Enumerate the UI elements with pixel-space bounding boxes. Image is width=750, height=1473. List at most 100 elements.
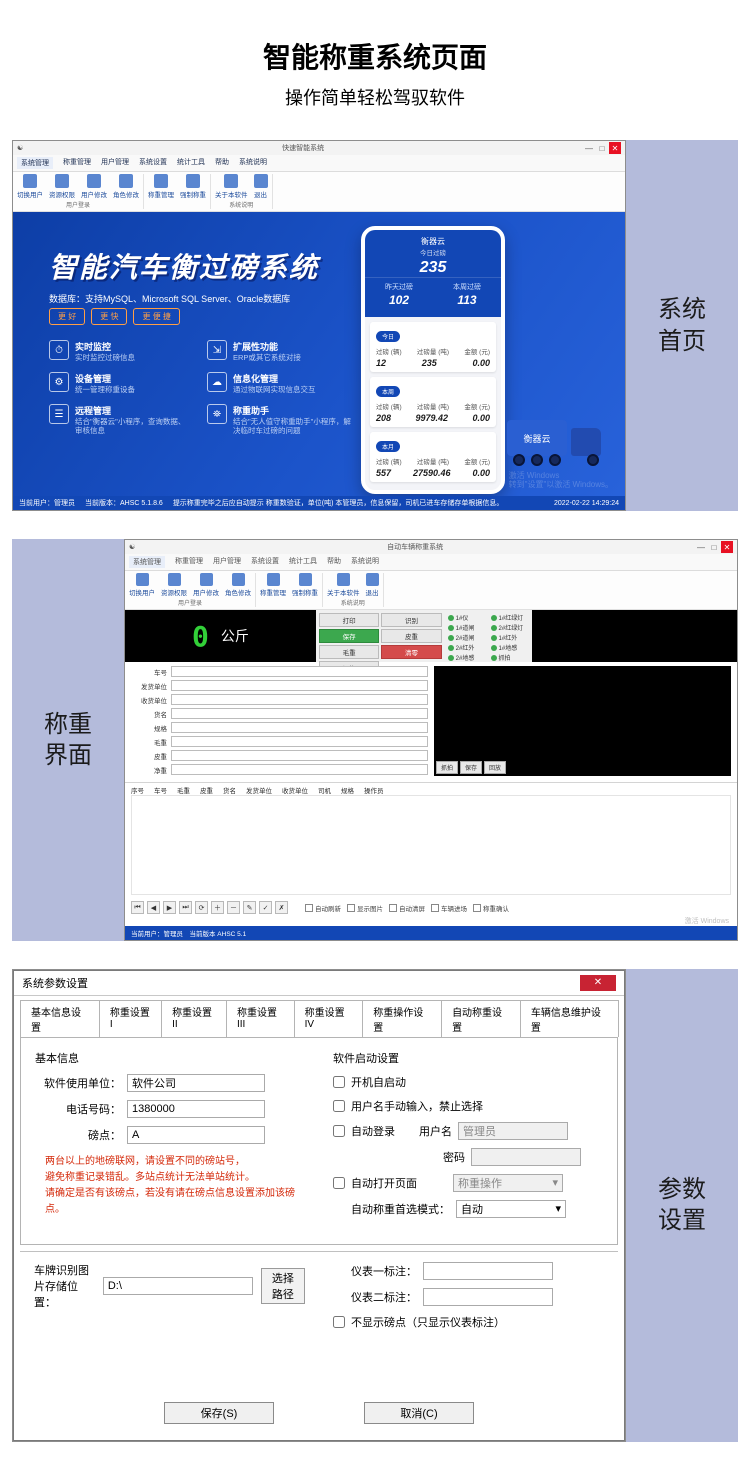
field-净重[interactable] xyxy=(171,764,428,775)
opt-显示图片[interactable]: 显示图片 xyxy=(347,903,383,913)
ribbon-关于本软件[interactable]: 关于本软件 xyxy=(327,573,360,597)
password-input[interactable] xyxy=(471,1148,581,1166)
menu-item[interactable]: 用户管理 xyxy=(101,157,129,169)
control-清零[interactable]: 清零 xyxy=(381,645,441,659)
station-input[interactable] xyxy=(127,1126,265,1144)
close-icon[interactable]: ✕ xyxy=(721,541,733,553)
ribbon-资源权限[interactable]: 资源权限 xyxy=(161,573,187,597)
tab-称重设置II[interactable]: 称重设置II xyxy=(161,1000,227,1037)
video-抓拍[interactable]: 抓拍 xyxy=(436,761,458,774)
pager-first-icon[interactable]: ⏮ xyxy=(131,901,144,914)
field-货名[interactable] xyxy=(171,708,428,719)
video-保存[interactable]: 保存 xyxy=(460,761,482,774)
auto-start-checkbox[interactable] xyxy=(333,1076,345,1088)
cancel-button[interactable]: 取消(C) xyxy=(364,1402,474,1424)
control-皮重[interactable]: 皮重 xyxy=(381,629,441,643)
browse-button[interactable]: 选择路径 xyxy=(261,1268,305,1304)
mode-select[interactable]: 自动▾ xyxy=(456,1200,566,1218)
username-input[interactable]: 管理员 xyxy=(458,1122,568,1140)
field-规格[interactable] xyxy=(171,722,428,733)
menu-item[interactable]: 帮助 xyxy=(327,556,341,568)
auto-login-checkbox[interactable] xyxy=(333,1125,345,1137)
save-button[interactable]: 保存(S) xyxy=(164,1402,274,1424)
page-select[interactable]: 称重操作▾ xyxy=(453,1174,563,1192)
checkbox-icon[interactable] xyxy=(305,904,313,912)
close-icon[interactable]: ✕ xyxy=(580,975,616,991)
opt-自动清屏[interactable]: 自动清屏 xyxy=(389,903,425,913)
maximize-icon[interactable]: □ xyxy=(708,541,720,553)
opt-称重确认[interactable]: 称重确认 xyxy=(473,903,509,913)
menu-item[interactable]: 系统说明 xyxy=(351,556,379,568)
meter1-input[interactable] xyxy=(423,1262,553,1280)
field-收货单位[interactable] xyxy=(171,694,428,705)
ribbon-称重管理[interactable]: 称重管理 xyxy=(148,174,174,199)
opt-自动刷新[interactable]: 自动刷新 xyxy=(305,903,341,913)
tab-自动称重设置[interactable]: 自动称重设置 xyxy=(441,1000,521,1037)
ribbon-称重管理[interactable]: 称重管理 xyxy=(260,573,286,597)
control-识别[interactable]: 识别 xyxy=(381,613,441,627)
menu-item[interactable]: 帮助 xyxy=(215,157,229,169)
tab-称重设置IV[interactable]: 称重设置IV xyxy=(294,1000,364,1037)
pager-edit-icon[interactable]: ✎ xyxy=(243,901,256,914)
checkbox-icon[interactable] xyxy=(347,904,355,912)
ribbon-强制称重[interactable]: 强制称重 xyxy=(292,573,318,597)
pager-ok-icon[interactable]: ✓ xyxy=(259,901,272,914)
field-发货单位[interactable] xyxy=(171,680,428,691)
tab-称重设置I[interactable]: 称重设置I xyxy=(99,1000,162,1037)
pager-refresh-icon[interactable]: ⟳ xyxy=(195,901,208,914)
minimize-icon[interactable]: — xyxy=(583,142,595,154)
tab-称重操作设置[interactable]: 称重操作设置 xyxy=(362,1000,442,1037)
field-毛重[interactable] xyxy=(171,736,428,747)
ribbon-用户修改[interactable]: 用户修改 xyxy=(81,174,107,199)
ribbon-切换用户[interactable]: 切换用户 xyxy=(129,573,155,597)
hide-station-checkbox[interactable] xyxy=(333,1316,345,1328)
meter2-input[interactable] xyxy=(423,1288,553,1306)
control-保存[interactable]: 保存 xyxy=(319,629,379,643)
ribbon-角色修改[interactable]: 角色修改 xyxy=(113,174,139,199)
auto-open-checkbox[interactable] xyxy=(333,1177,345,1189)
opt-车辆进场[interactable]: 车辆进场 xyxy=(431,903,467,913)
menu-item[interactable]: 统计工具 xyxy=(177,157,205,169)
ribbon-退出[interactable]: 退出 xyxy=(366,573,379,597)
menu-item[interactable]: 称重管理 xyxy=(63,157,91,169)
ribbon-角色修改[interactable]: 角色修改 xyxy=(225,573,251,597)
maximize-icon[interactable]: □ xyxy=(596,142,608,154)
manual-user-checkbox[interactable] xyxy=(333,1100,345,1112)
menu-item[interactable]: 系统设置 xyxy=(251,556,279,568)
field-皮重[interactable] xyxy=(171,750,428,761)
pager-del-icon[interactable]: － xyxy=(227,901,240,914)
close-icon[interactable]: ✕ xyxy=(609,142,621,154)
menu-item[interactable]: 统计工具 xyxy=(289,556,317,568)
menu-item[interactable]: 系统管理 xyxy=(17,157,53,169)
ribbon-切换用户[interactable]: 切换用户 xyxy=(17,174,43,199)
tab-称重设置III[interactable]: 称重设置III xyxy=(226,1000,295,1037)
menu-item[interactable]: 系统说明 xyxy=(239,157,267,169)
pager-add-icon[interactable]: ＋ xyxy=(211,901,224,914)
control-毛重[interactable]: 毛重 xyxy=(319,645,379,659)
minimize-icon[interactable]: — xyxy=(695,541,707,553)
ribbon-资源权限[interactable]: 资源权限 xyxy=(49,174,75,199)
ribbon-退出[interactable]: 退出 xyxy=(254,174,268,199)
checkbox-icon[interactable] xyxy=(389,904,397,912)
menu-item[interactable]: 系统管理 xyxy=(129,556,165,568)
pager-prev-icon[interactable]: ◀ xyxy=(147,901,160,914)
pager-cancel-icon[interactable]: ✗ xyxy=(275,901,288,914)
control-打印[interactable]: 打印 xyxy=(319,613,379,627)
pager-last-icon[interactable]: ⏭ xyxy=(179,901,192,914)
phone-input[interactable] xyxy=(127,1100,265,1118)
ribbon-关于本软件[interactable]: 关于本软件 xyxy=(215,174,248,199)
ribbon-强制称重[interactable]: 强制称重 xyxy=(180,174,206,199)
path-input[interactable] xyxy=(103,1277,253,1295)
tab-车辆信息维护设置[interactable]: 车辆信息维护设置 xyxy=(520,1000,619,1037)
field-车号[interactable] xyxy=(171,666,428,677)
video-回放[interactable]: 回放 xyxy=(484,761,506,774)
ribbon-用户修改[interactable]: 用户修改 xyxy=(193,573,219,597)
checkbox-icon[interactable] xyxy=(431,904,439,912)
tab-基本信息设置[interactable]: 基本信息设置 xyxy=(20,1000,100,1037)
checkbox-icon[interactable] xyxy=(473,904,481,912)
company-input[interactable] xyxy=(127,1074,265,1092)
pager-next-icon[interactable]: ▶ xyxy=(163,901,176,914)
menu-item[interactable]: 称重管理 xyxy=(175,556,203,568)
menu-item[interactable]: 系统设置 xyxy=(139,157,167,169)
menu-item[interactable]: 用户管理 xyxy=(213,556,241,568)
